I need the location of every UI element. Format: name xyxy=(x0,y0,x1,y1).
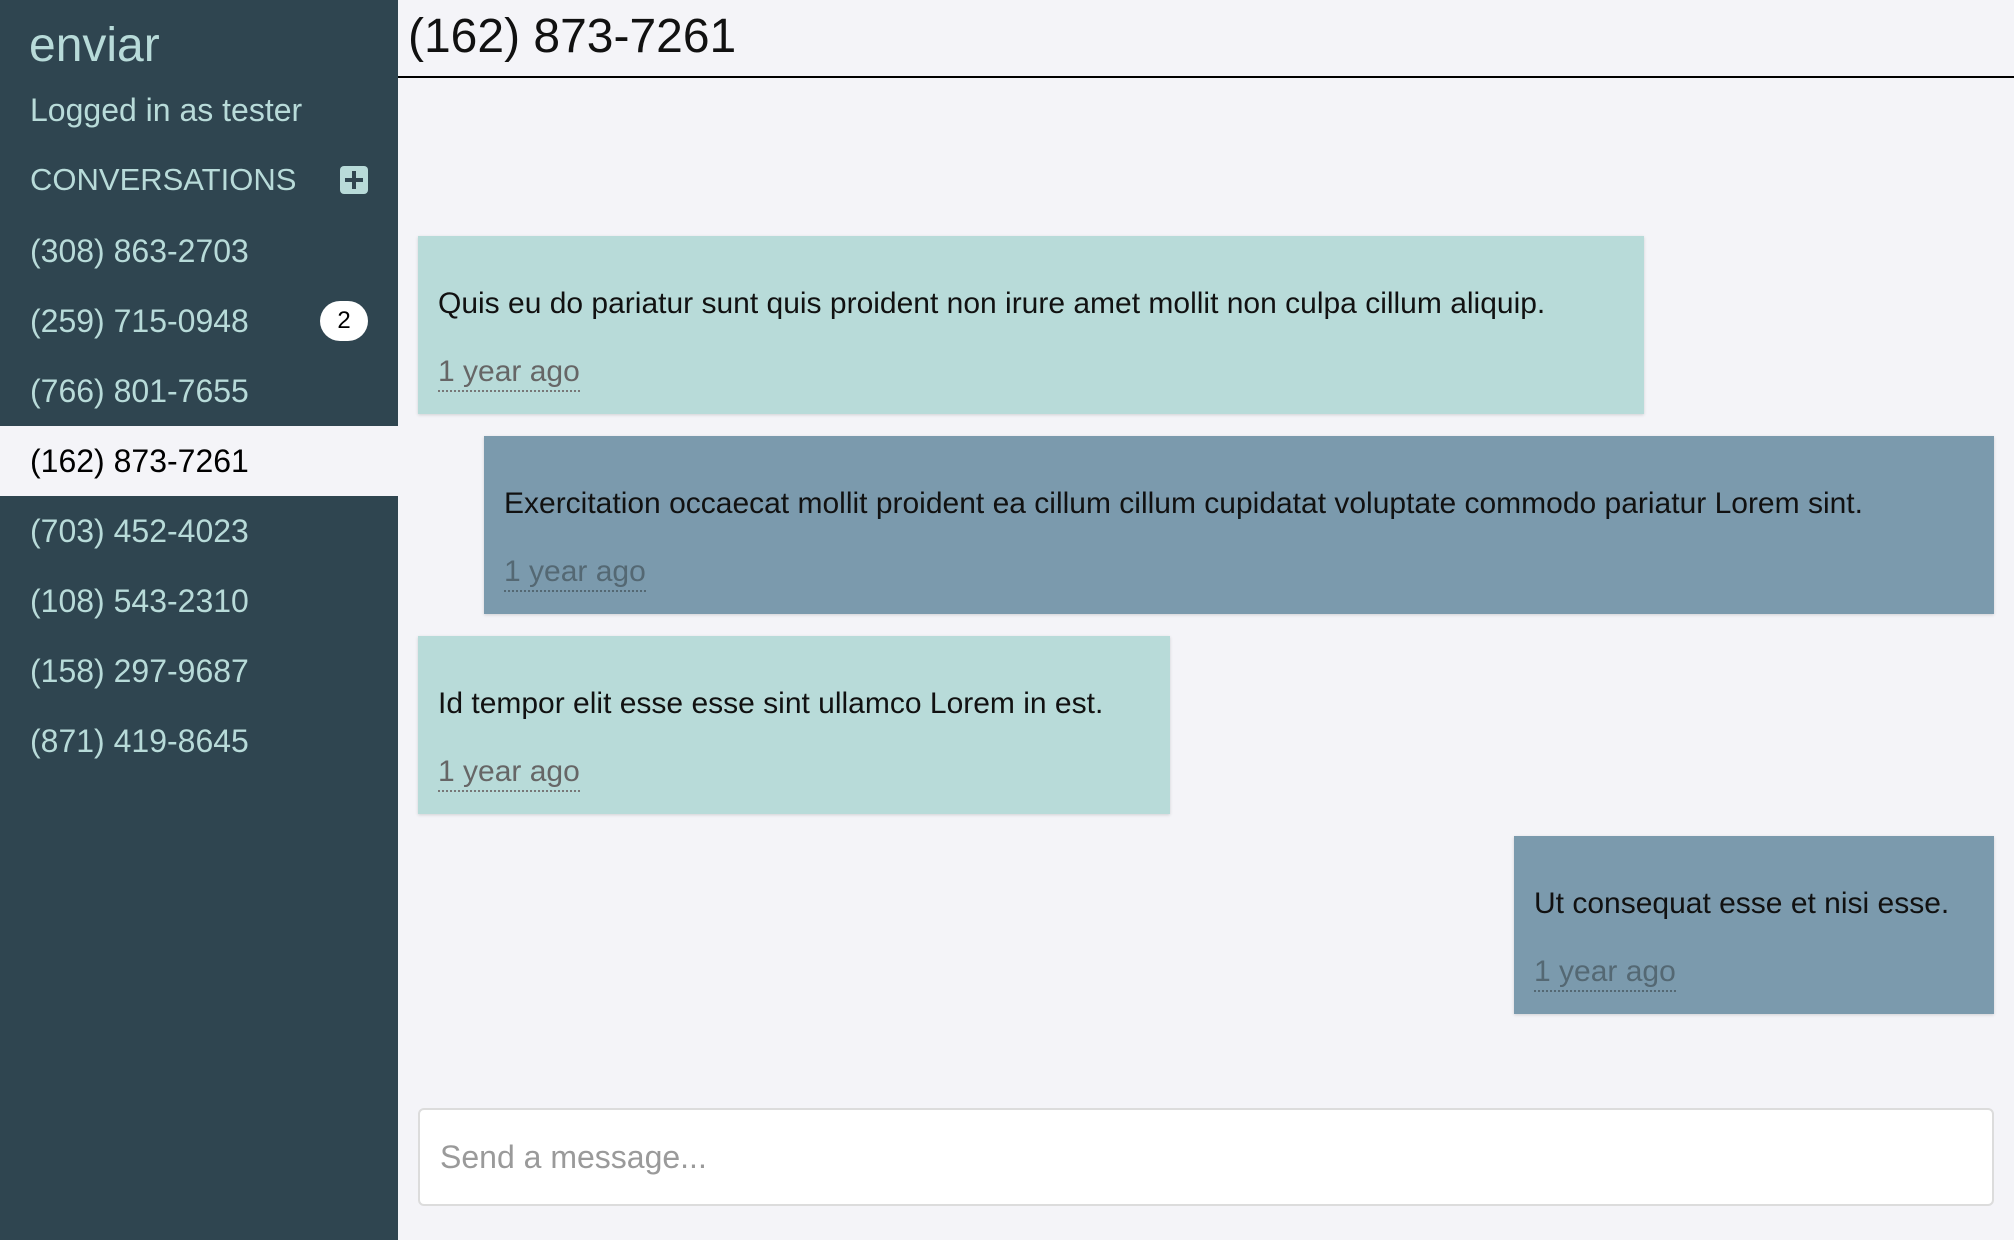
conversations-label: CONVERSATIONS xyxy=(30,162,297,197)
message-text: Ut consequat esse et nisi esse. xyxy=(1534,887,1950,920)
message-text: Id tempor elit esse esse sint ullamco Lo… xyxy=(438,687,1104,720)
conversation-label: (308) 863-2703 xyxy=(30,233,249,269)
logged-in-status: Logged in as tester xyxy=(30,92,303,128)
conversation-label: (871) 419-8645 xyxy=(30,723,249,759)
conversation-item[interactable]: (158) 297-9687 xyxy=(0,636,398,706)
conversation-label: (162) 873-7261 xyxy=(30,443,249,479)
conversation-label: (259) 715-0948 xyxy=(30,303,249,339)
conversation-item-active[interactable]: (162) 873-7261 xyxy=(0,426,398,496)
app-brand[interactable]: enviar xyxy=(29,16,160,76)
message-timestamp[interactable]: 1 year ago xyxy=(1534,954,1676,992)
conversation-item[interactable]: (766) 801-7655 xyxy=(0,356,398,426)
conversation-item[interactable]: (108) 543-2310 xyxy=(0,566,398,636)
conversation-item[interactable]: (871) 419-8645 xyxy=(0,706,398,776)
conversation-item[interactable]: (308) 863-2703 xyxy=(0,216,398,286)
conversation-label: (158) 297-9687 xyxy=(30,653,249,689)
message-timestamp[interactable]: 1 year ago xyxy=(504,554,646,592)
message-input[interactable] xyxy=(418,1108,1994,1206)
chat-title: (162) 873-7261 xyxy=(408,10,737,63)
sidebar: enviar Logged in as tester CONVERSATIONS… xyxy=(0,0,398,1240)
conversation-label: (108) 543-2310 xyxy=(30,583,249,619)
unread-badge: 2 xyxy=(320,301,368,341)
conversation-label: (703) 452-4023 xyxy=(30,513,249,549)
conversation-item[interactable]: (703) 452-4023 xyxy=(0,496,398,566)
message-bubble-incoming: Quis eu do pariatur sunt quis proident n… xyxy=(418,236,1644,414)
chat-panel: (162) 873-7261 Quis eu do pariatur sunt … xyxy=(398,0,2014,1240)
conversations-header: CONVERSATIONS xyxy=(30,158,370,202)
add-conversation-icon[interactable] xyxy=(340,166,368,194)
message-text: Exercitation occaecat mollit proident ea… xyxy=(504,487,1863,520)
message-timestamp[interactable]: 1 year ago xyxy=(438,754,580,792)
conversation-item[interactable]: (259) 715-0948 2 xyxy=(0,286,398,356)
message-text: Quis eu do pariatur sunt quis proident n… xyxy=(438,287,1546,320)
message-timestamp[interactable]: 1 year ago xyxy=(438,354,580,392)
conversation-label: (766) 801-7655 xyxy=(30,373,249,409)
app-window: enviar Logged in as tester CONVERSATIONS… xyxy=(0,0,2014,1240)
message-bubble-outgoing: Exercitation occaecat mollit proident ea… xyxy=(484,436,1994,614)
message-bubble-outgoing: Ut consequat esse et nisi esse. 1 year a… xyxy=(1514,836,1994,1014)
message-bubble-incoming: Id tempor elit esse esse sint ullamco Lo… xyxy=(418,636,1170,814)
title-divider xyxy=(398,76,2014,78)
conversation-list: (308) 863-2703 (259) 715-0948 2 (766) 80… xyxy=(0,216,398,776)
